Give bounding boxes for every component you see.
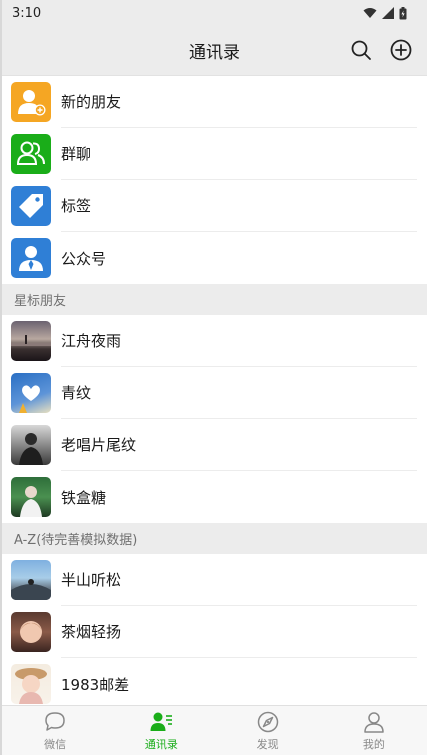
contact-item[interactable]: 老唱片尾纹: [2, 419, 427, 471]
tab-me-label: 我的: [362, 737, 385, 751]
contact-avatar: [11, 612, 51, 652]
az-section-header: A-Z(待完善模拟数据): [2, 523, 427, 554]
contact-name: 老唱片尾纹: [61, 436, 137, 454]
page-title: 通讯录: [189, 43, 240, 63]
add-friend-icon: [11, 82, 51, 122]
new-friends-label: 新的朋友: [61, 93, 122, 111]
contact-avatar: [11, 373, 51, 413]
title-bar: 通讯录: [2, 26, 427, 76]
contact-name: 半山听松: [61, 571, 122, 589]
contacts-icon: [150, 712, 173, 731]
profile-icon: [364, 711, 384, 733]
search-icon[interactable]: [349, 38, 373, 62]
contact-name: 铁盒糖: [61, 488, 107, 507]
title-actions: [349, 38, 413, 62]
official-account-icon: [11, 238, 51, 278]
starred-section-header: 星标朋友: [2, 284, 427, 315]
contacts-screen: 3:10 通讯录 新的朋友 群聊 标签 公众号 星标朋友 江舟夜雨 青纹 老唱片…: [0, 0, 427, 755]
tags-label: 标签: [61, 197, 92, 215]
compass-icon: [257, 711, 278, 732]
official-accounts-item[interactable]: 公众号: [2, 232, 427, 284]
contact-item[interactable]: 铁盒糖: [2, 471, 427, 523]
tab-chats-label: 微信: [44, 737, 67, 751]
add-circle-icon[interactable]: [389, 38, 413, 62]
tab-me[interactable]: 我的: [321, 706, 427, 755]
new-friends-item[interactable]: 新的朋友: [2, 76, 427, 128]
status-bar: 3:10: [2, 0, 427, 26]
contact-item[interactable]: 半山听松: [2, 554, 427, 606]
contact-name: 青纹: [61, 384, 92, 402]
contact-item[interactable]: 茶烟轻扬: [2, 606, 427, 658]
contact-avatar: [11, 321, 51, 361]
group-chat-item[interactable]: 群聊: [2, 128, 427, 180]
contact-item[interactable]: 青纹: [2, 367, 427, 419]
group-chat-label: 群聊: [61, 145, 92, 163]
tab-contacts[interactable]: 通讯录: [108, 706, 214, 755]
battery-icon: [399, 6, 407, 19]
tag-icon: [11, 186, 51, 226]
contact-name: 茶烟轻扬: [61, 623, 122, 641]
tab-discover[interactable]: 发现: [215, 706, 321, 755]
contact-avatar: [11, 664, 51, 704]
tab-chats[interactable]: 微信: [2, 706, 108, 755]
chat-icon: [45, 711, 65, 731]
group-chat-icon: [11, 134, 51, 174]
official-accounts-label: 公众号: [61, 249, 107, 268]
az-section-title: A-Z(待完善模拟数据): [14, 533, 138, 548]
bottom-tab-bar: 微信 通讯录 发现 我的: [2, 705, 427, 755]
tags-item[interactable]: 标签: [2, 180, 427, 232]
tab-contacts-label: 通讯录: [144, 737, 178, 751]
contact-avatar: [11, 425, 51, 465]
signal-icon: [382, 7, 394, 19]
contact-name: 江舟夜雨: [61, 332, 122, 350]
wifi-icon: [363, 8, 377, 18]
starred-section-title: 星标朋友: [14, 294, 67, 309]
contact-avatar: [11, 560, 51, 600]
contact-avatar: [11, 477, 51, 517]
status-icons: [363, 6, 407, 20]
status-time: 3:10: [12, 5, 42, 21]
contacts-list: 新的朋友 群聊 标签 公众号 星标朋友 江舟夜雨 青纹 老唱片尾纹 铁盒糖 A-…: [2, 76, 427, 705]
contact-item[interactable]: 1983邮差: [2, 658, 427, 705]
contact-item[interactable]: 江舟夜雨: [2, 315, 427, 367]
contact-name: 1983邮差: [61, 675, 130, 694]
tab-discover-label: 发现: [256, 737, 279, 751]
